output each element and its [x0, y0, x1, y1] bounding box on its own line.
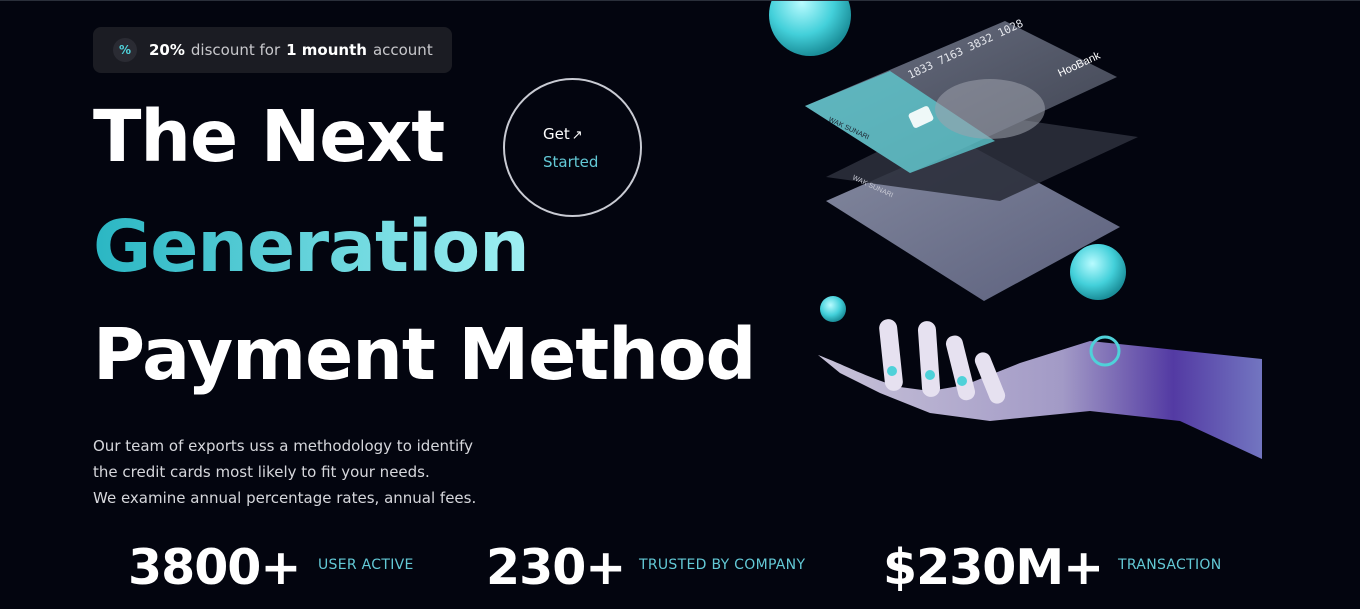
- robot-joint: [925, 370, 935, 380]
- description-line: We examine annual percentage rates, annu…: [93, 489, 477, 507]
- arrow-up-right-icon: ↗: [571, 127, 583, 143]
- promo-text-a: discount for: [190, 41, 281, 59]
- robot-finger: [879, 319, 903, 391]
- hero-heading-line3: Payment Method: [93, 313, 756, 396]
- hero-description: Our team of exports uss a methodology to…: [93, 433, 523, 511]
- stat-value-transactions: $230M+: [883, 539, 1104, 596]
- hero-heading-line2: Generation: [93, 205, 530, 288]
- percent-icon: %: [113, 38, 137, 62]
- cta-label-line1: Get: [543, 124, 570, 143]
- description-line: the credit cards most likely to fit your…: [93, 463, 430, 481]
- promo-percent: 20%: [149, 41, 185, 59]
- robot-joint: [957, 376, 967, 386]
- stat-value-users: 3800+: [128, 539, 301, 596]
- promo-badge: % 20% discount for 1 mounth account: [93, 27, 452, 73]
- stat-label-users: USER ACTIVE: [318, 557, 414, 573]
- get-started-button[interactable]: Get ↗ Started: [503, 78, 642, 217]
- description-line: Our team of exports uss a methodology to…: [93, 437, 474, 455]
- robot-joint: [887, 366, 897, 376]
- decor-sphere-top: [769, 1, 851, 56]
- cta-label-line2: Started: [543, 152, 599, 171]
- promo-text-b: account: [372, 41, 433, 59]
- robot-finger: [917, 321, 941, 397]
- decor-sphere-small: [820, 296, 846, 322]
- card-emblem: [935, 79, 1045, 139]
- decor-sphere-right: [1070, 244, 1126, 300]
- stat-label-companies: TRUSTED BY COMPANY: [639, 557, 806, 573]
- hero-heading-line1: The Next: [93, 95, 445, 178]
- hero-illustration: HooBank 1833 7163 3832 1028 WAK SUNARI W…: [769, 1, 1262, 459]
- promo-duration: 1 mounth: [286, 41, 367, 59]
- stat-value-companies: 230+: [486, 539, 626, 596]
- stat-label-transactions: TRANSACTION: [1118, 557, 1222, 573]
